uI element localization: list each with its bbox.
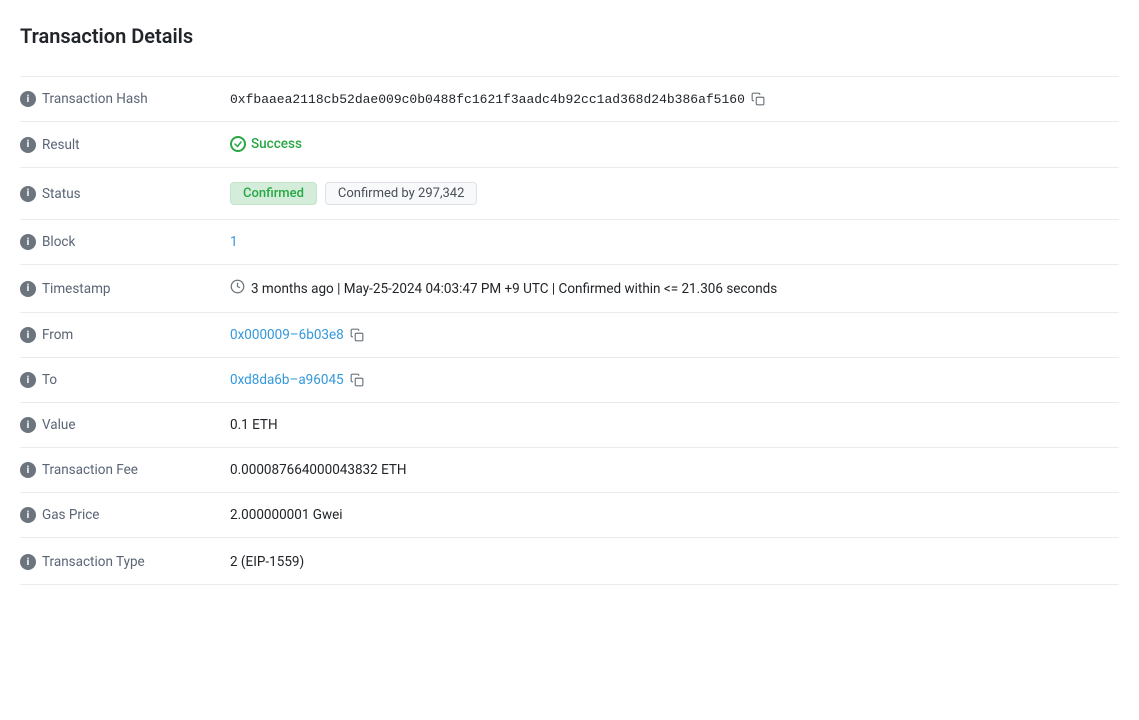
- label-cell-from: i From: [20, 313, 220, 358]
- label-cell-value: i Value: [20, 403, 220, 448]
- success-circle-icon: [230, 136, 246, 152]
- transaction-hash-value: 0xfbaaea2118cb52dae009c0b0488fc1621f3aad…: [230, 92, 745, 107]
- table-row: i To 0xd8da6b–a96045: [20, 358, 1119, 403]
- confirmed-tag: Confirmed: [230, 182, 317, 205]
- clock-icon: [230, 279, 245, 298]
- value-text-gas-price: 2.000000001 Gwei: [230, 507, 343, 523]
- value-cell-status: Confirmed Confirmed by 297,342: [220, 168, 1119, 220]
- value-cell-block: 1: [220, 220, 1119, 265]
- label-text-to: To: [42, 372, 57, 388]
- copy-hash-button[interactable]: [751, 92, 765, 106]
- label-cell-transaction-fee: i Transaction Fee: [20, 448, 220, 493]
- table-row: i Gas Price 2.000000001 Gwei: [20, 493, 1119, 538]
- info-icon[interactable]: i: [20, 372, 36, 388]
- value-cell-transaction-type: 2 (EIP-1559): [220, 538, 1119, 585]
- label-text-transaction-hash: Transaction Hash: [42, 91, 148, 107]
- value-cell-from: 0x000009–6b03e8: [220, 313, 1119, 358]
- info-icon[interactable]: i: [20, 186, 36, 202]
- label-cell-block: i Block: [20, 220, 220, 265]
- address-link-to[interactable]: 0xd8da6b–a96045: [230, 372, 344, 388]
- table-row: i Value 0.1 ETH: [20, 403, 1119, 448]
- label-cell-gas-price: i Gas Price: [20, 493, 220, 538]
- label-cell-result: i Result: [20, 122, 220, 168]
- info-icon[interactable]: i: [20, 327, 36, 343]
- value-text-transaction-type: 2 (EIP-1559): [230, 554, 304, 570]
- info-icon[interactable]: i: [20, 281, 36, 297]
- info-icon[interactable]: i: [20, 554, 36, 570]
- label-text-transaction-fee: Transaction Fee: [42, 462, 138, 478]
- info-icon[interactable]: i: [20, 137, 36, 153]
- value-text-transaction-fee: 0.000087664000043832 ETH: [230, 462, 407, 478]
- timestamp-text: 3 months ago | May-25-2024 04:03:47 PM +…: [251, 281, 777, 297]
- table-row: i Transaction Hash 0xfbaaea2118cb52dae009c…: [20, 77, 1119, 122]
- copy-address-button-from[interactable]: [350, 328, 364, 342]
- label-text-from: From: [42, 327, 73, 343]
- table-row: i Status Confirmed Confirmed by 297,342: [20, 168, 1119, 220]
- confirmed-by-badge: Confirmed by 297,342: [325, 182, 478, 205]
- value-text-value: 0.1 ETH: [230, 417, 278, 433]
- value-cell-transaction-hash: 0xfbaaea2118cb52dae009c0b0488fc1621f3aad…: [220, 77, 1119, 122]
- table-row: i Transaction Type 2 (EIP-1559): [20, 538, 1119, 585]
- value-cell-value: 0.1 ETH: [220, 403, 1119, 448]
- copy-address-button-to[interactable]: [350, 373, 364, 387]
- label-cell-transaction-hash: i Transaction Hash: [20, 77, 220, 122]
- value-cell-result: Success: [220, 122, 1119, 168]
- table-row: i Block 1: [20, 220, 1119, 265]
- block-link[interactable]: 1: [230, 234, 238, 250]
- label-text-timestamp: Timestamp: [42, 281, 110, 297]
- detail-table: i Transaction Hash 0xfbaaea2118cb52dae009c…: [20, 76, 1119, 585]
- address-link-from[interactable]: 0x000009–6b03e8: [230, 327, 344, 343]
- success-label: Success: [251, 136, 302, 152]
- info-icon[interactable]: i: [20, 507, 36, 523]
- label-text-status: Status: [42, 186, 81, 202]
- label-text-gas-price: Gas Price: [42, 507, 99, 523]
- value-cell-timestamp: 3 months ago | May-25-2024 04:03:47 PM +…: [220, 265, 1119, 313]
- label-cell-timestamp: i Timestamp: [20, 265, 220, 313]
- label-cell-transaction-type: i Transaction Type: [20, 538, 220, 585]
- label-text-value: Value: [42, 417, 76, 433]
- label-cell-to: i To: [20, 358, 220, 403]
- label-text-transaction-type: Transaction Type: [42, 554, 145, 570]
- label-cell-status: i Status: [20, 168, 220, 220]
- info-icon[interactable]: i: [20, 417, 36, 433]
- table-row: i Transaction Fee 0.000087664000043832 ETH: [20, 448, 1119, 493]
- table-row: i From 0x000009–6b03e8: [20, 313, 1119, 358]
- value-cell-gas-price: 2.000000001 Gwei: [220, 493, 1119, 538]
- success-badge: Success: [230, 136, 302, 152]
- info-icon[interactable]: i: [20, 462, 36, 478]
- page-title: Transaction Details: [20, 24, 1119, 48]
- timestamp-container: 3 months ago | May-25-2024 04:03:47 PM +…: [230, 279, 1109, 298]
- table-row: i Timestamp 3 months ago | May-25-2024 04:…: [20, 265, 1119, 313]
- table-row: i Result Success: [20, 122, 1119, 168]
- value-cell-transaction-fee: 0.000087664000043832 ETH: [220, 448, 1119, 493]
- info-icon[interactable]: i: [20, 234, 36, 250]
- value-cell-to: 0xd8da6b–a96045: [220, 358, 1119, 403]
- label-text-block: Block: [42, 234, 75, 250]
- label-text-result: Result: [42, 137, 80, 153]
- info-icon[interactable]: i: [20, 91, 36, 107]
